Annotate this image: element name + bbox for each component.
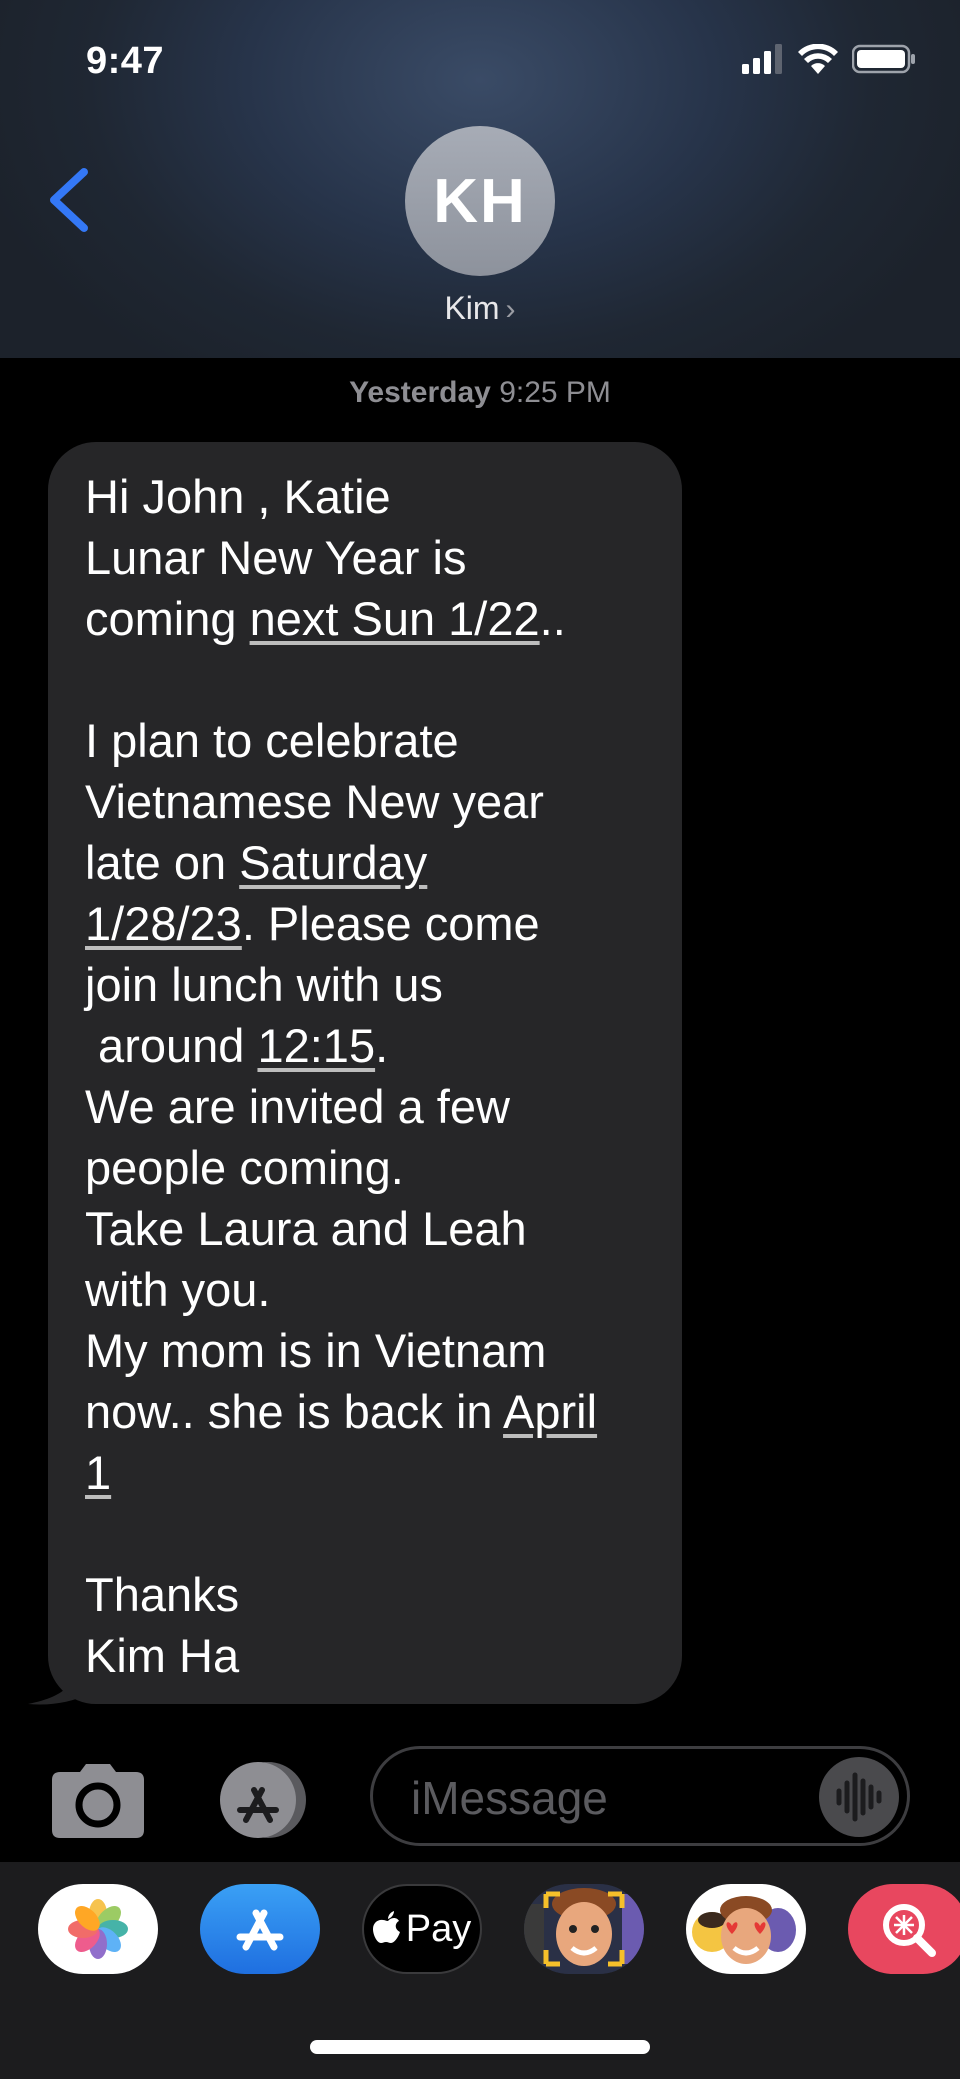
photos-app-button[interactable] [38,1884,158,1974]
status-time: 9:47 [86,40,165,82]
app-store-app-button[interactable] [200,1884,320,1974]
contact-avatar[interactable]: KH [405,126,555,276]
message-text: .. [539,592,566,645]
message-text: . [375,1019,389,1072]
message-text: Vietnamese New year [85,775,544,828]
conversation-header: 9:47 KH Kim › [0,0,960,358]
message-timestamp: Yesterday 9:25 PM [0,376,960,410]
message-text: with you. [85,1263,271,1316]
message-text: coming [85,592,250,645]
memoji-stickers-app-button[interactable] [686,1884,806,1974]
imessage-field[interactable] [370,1746,910,1846]
time-link[interactable]: 12:15 [257,1019,375,1072]
chevron-left-icon [50,168,88,232]
app-drawer: Pay [0,1862,960,2079]
apple-pay-label: Pay [405,1907,472,1950]
battery-icon [852,44,915,74]
message-text: I plan to celebrate [85,714,459,767]
message-text: My mom is in Vietnam [85,1324,547,1377]
message-text: Kim Ha [85,1629,240,1682]
date-link[interactable]: April [503,1385,597,1438]
message-text: Thanks [85,1568,240,1621]
camera-icon [52,1764,144,1838]
images-search-icon [883,1904,936,1957]
camera-button[interactable] [50,1764,146,1838]
home-indicator[interactable] [310,2040,650,2054]
incoming-message-bubble[interactable]: Hi John , Katie Lunar New Year is coming… [48,442,682,1704]
message-text: Take Laura and Leah [85,1202,527,1255]
app-store-icon [220,1762,306,1838]
apple-pay-button[interactable]: Pay [362,1884,482,1974]
images-search-app-button[interactable] [848,1884,960,1974]
contact-name: Kim [444,290,500,326]
date-link[interactable]: next Sun 1/22 [250,592,540,645]
date-link[interactable]: Saturday [239,836,427,889]
waveform-icon [836,1772,882,1822]
message-text: join lunch with us [85,958,443,1011]
back-button[interactable] [40,160,100,240]
date-link[interactable]: 1 [85,1446,111,1499]
app-store-button[interactable] [208,1760,318,1840]
message-text: around [85,1019,258,1072]
timestamp-day: Yesterday [349,376,491,409]
message-input[interactable] [409,1767,793,1829]
memoji-stickers-icon [692,1896,796,1964]
app-store-a-icon [236,1909,284,1951]
memoji-app-button[interactable] [524,1884,644,1974]
message-text: people coming. [85,1141,404,1194]
memoji-icon [524,1884,644,1974]
chevron-right-icon: › [505,293,516,326]
timestamp-time: 9:25 PM [499,376,611,409]
audio-message-button[interactable] [819,1757,899,1837]
composer-row [0,1744,960,1854]
date-link[interactable]: 1/28/23 [85,897,242,950]
message-text: now.. she is back in [85,1385,504,1438]
contact-name-button[interactable]: Kim › [0,290,960,327]
cellular-signal-icon [742,44,782,74]
message-text: We are invited a few [85,1080,510,1133]
wifi-icon [798,44,838,74]
message-text: Hi John , Katie [85,470,391,523]
status-icons [742,44,916,74]
photos-icon [68,1899,128,1959]
message-text: late on [85,836,240,889]
message-text: . Please come [241,897,540,950]
apple-logo-icon [372,1911,400,1943]
message-text: Lunar New Year is [85,531,467,584]
